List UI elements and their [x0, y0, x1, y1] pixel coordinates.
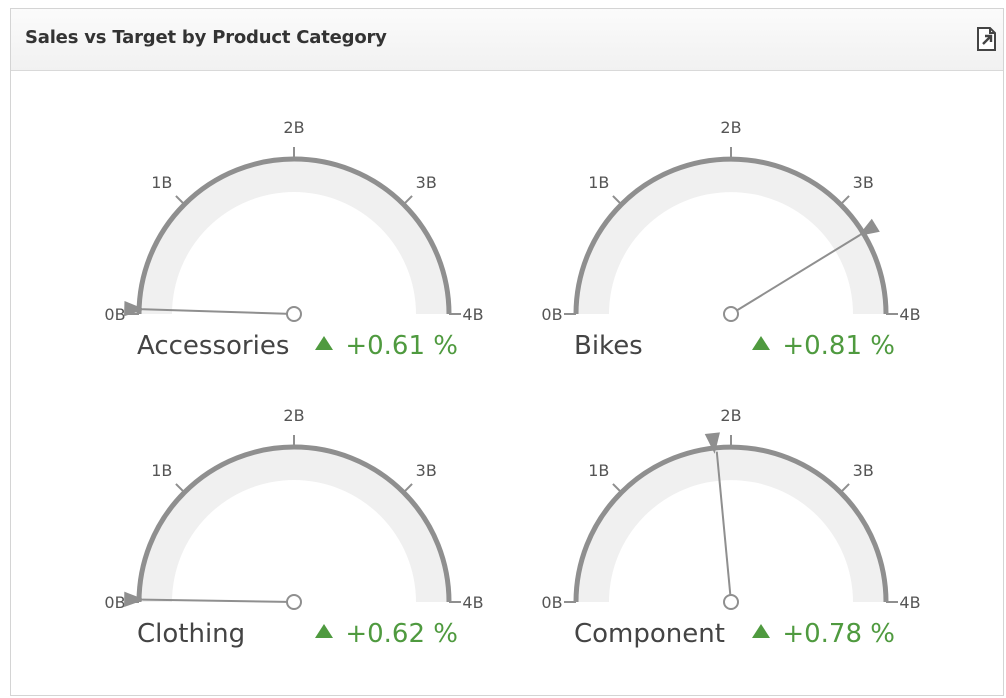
delta-up-arrow-icon — [752, 624, 770, 638]
gauge-category-label: Component — [574, 619, 725, 649]
gauge-tick — [175, 195, 186, 206]
gauge-tick-label: 0B — [541, 593, 562, 612]
gauge-tick-label: 4B — [462, 305, 483, 324]
gauge-range-band — [578, 449, 884, 602]
gauge-tick — [839, 483, 850, 494]
gauge-needle-hub — [723, 594, 739, 610]
gauge-tick — [402, 483, 413, 494]
delta-up-arrow-icon — [752, 336, 770, 350]
gauge-tick-label: 4B — [899, 593, 920, 612]
gauge-tick — [175, 483, 186, 494]
gauge-category-label: Clothing — [137, 619, 245, 649]
gauge-tick-label: 1B — [151, 173, 172, 192]
gauge-tick-label: 2B — [283, 118, 304, 137]
gauge-tick-label: 1B — [588, 461, 609, 480]
gauge-needle — [730, 234, 861, 315]
gauge-tick-label: 2B — [283, 406, 304, 425]
gauge-tick — [612, 195, 623, 206]
gauge-category-label: Bikes — [574, 331, 643, 361]
gauge-needle-hub — [286, 306, 302, 322]
gauge-tick-label: 3B — [416, 461, 437, 480]
gauge-range-band — [578, 161, 884, 314]
gauge-delta-value: +0.62 % — [345, 619, 458, 649]
delta-up-arrow-icon — [315, 336, 333, 350]
gauge-accessories: 0B 1B 2B 3B 4B Accessories +0.61 % — [104, 118, 483, 361]
gauge-clothing: 0B 1B 2B 3B 4B Clothing +0.62 % — [104, 406, 483, 649]
gauge-tick-label: 2B — [720, 406, 741, 425]
gauge-tick-label: 1B — [151, 461, 172, 480]
gauge-tick-label: 3B — [853, 173, 874, 192]
gauge-tick-label: 2B — [720, 118, 741, 137]
gauge-delta-value: +0.61 % — [345, 331, 458, 361]
gauge-tick-label: 0B — [541, 305, 562, 324]
gauge-tick — [839, 195, 850, 206]
gauge-tick-label: 3B — [416, 173, 437, 192]
gauge-tick-label: 3B — [853, 461, 874, 480]
gauge-range-band — [141, 449, 447, 602]
gauge-tick — [402, 195, 413, 206]
gauge-tick-label: 4B — [462, 593, 483, 612]
gauge-bikes: 0B 1B 2B 3B 4B Bikes +0.81 % — [541, 118, 920, 361]
gauges-chart: 0B 1B 2B 3B 4B Accessories +0.61 % 0B 1B 2B 3B 4B Bi… — [104, 118, 920, 649]
gauge-tick-label: 0B — [104, 305, 125, 324]
gauge-delta-value: +0.78 % — [782, 619, 895, 649]
gauge-tick-label: 4B — [899, 305, 920, 324]
gauge-needle-hub — [286, 594, 302, 610]
gauge-tick — [612, 483, 623, 494]
gauge-range-band — [141, 161, 447, 314]
delta-up-arrow-icon — [315, 624, 333, 638]
gauge-category-label: Accessories — [137, 331, 289, 361]
gauge-component: 0B 1B 2B 3B 4B Component +0.78 % — [541, 406, 920, 649]
gauge-delta-value: +0.81 % — [782, 331, 895, 361]
gauge-tick-label: 1B — [588, 173, 609, 192]
gauge-needle-hub — [723, 306, 739, 322]
gauge-tick-label: 0B — [104, 593, 125, 612]
